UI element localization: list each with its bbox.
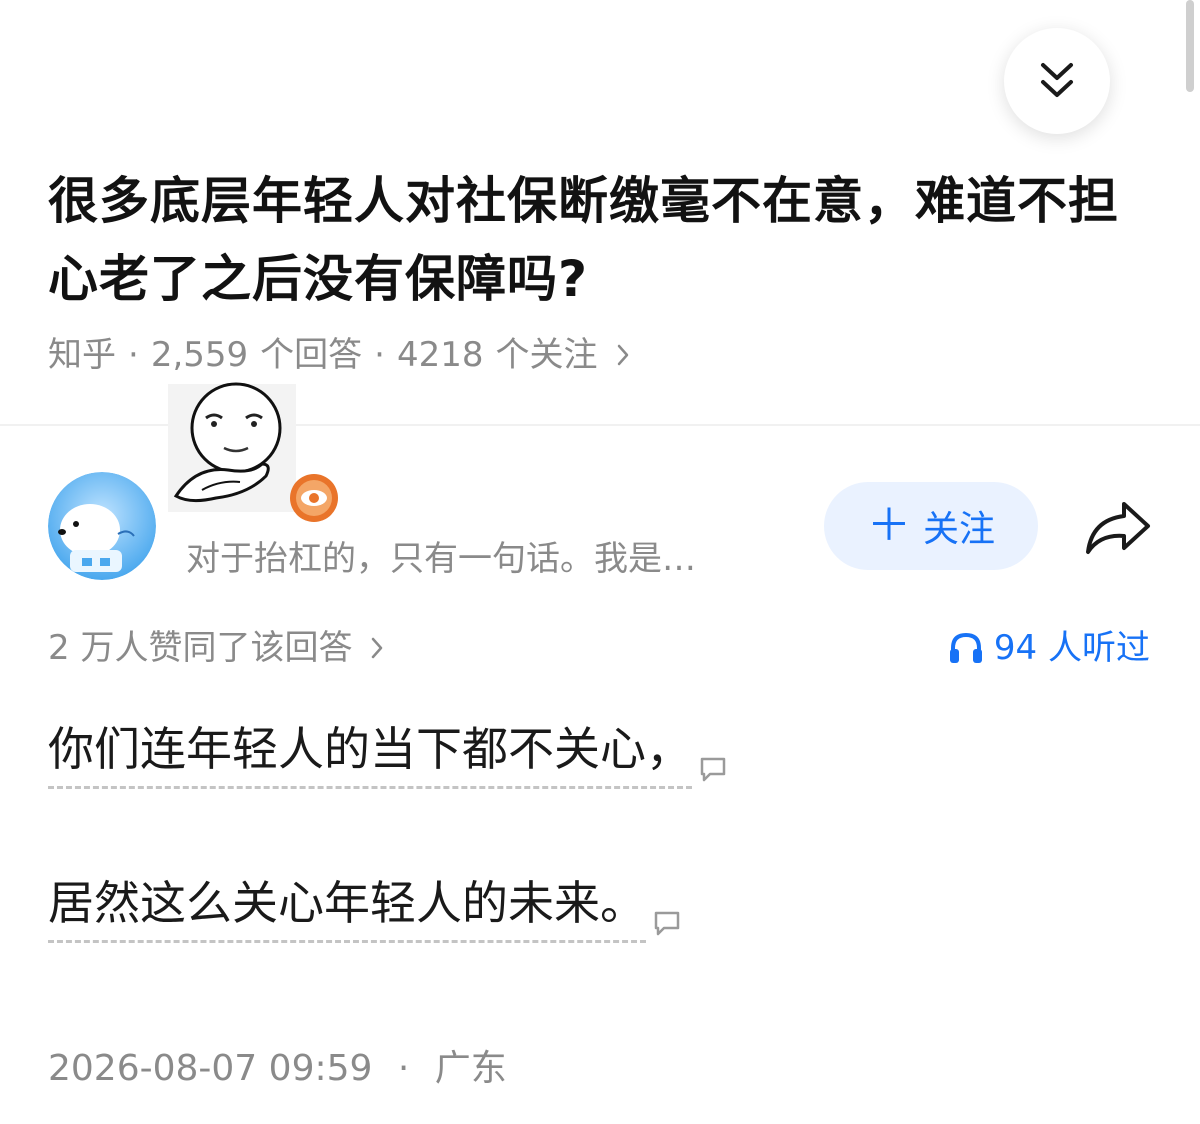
answer-paragraph: 你们连年轻人的当下都不关心， bbox=[48, 718, 728, 789]
author-badge-icon bbox=[290, 474, 338, 522]
share-arrow-icon bbox=[1086, 502, 1150, 554]
footer-separator: · bbox=[397, 1048, 410, 1089]
comment-bubble-icon[interactable] bbox=[652, 909, 682, 937]
answer-text[interactable]: 你们连年轻人的当下都不关心， bbox=[48, 718, 692, 789]
double-chevron-down-icon bbox=[1041, 63, 1073, 97]
answer-text[interactable]: 居然这么关心年轻人的未来。 bbox=[48, 872, 646, 943]
question-meta[interactable]: 知乎 · 2,559 个回答 · 4218 个关注 bbox=[48, 330, 630, 380]
listen-button[interactable]: 94 人听过 bbox=[948, 622, 1150, 674]
meta-source: 知乎 bbox=[48, 335, 116, 375]
chevron-right-icon bbox=[616, 343, 630, 367]
author-description: 对于抬杠的，只有一句话。我是… bbox=[186, 539, 696, 579]
vote-text: 2 万人赞同了该回答 bbox=[48, 628, 353, 668]
follow-label: 关注 bbox=[922, 509, 995, 550]
meta-answer-unit: 个回答 bbox=[260, 335, 363, 375]
meta-answer-count: 2,559 bbox=[150, 335, 249, 375]
listen-count: 94 人听过 bbox=[993, 628, 1150, 668]
chevron-right-icon bbox=[370, 636, 384, 660]
collapse-button[interactable] bbox=[1004, 28, 1110, 134]
headphones-icon bbox=[949, 632, 982, 663]
follow-button[interactable]: ＋ 关注 bbox=[824, 482, 1038, 570]
question-title[interactable]: 很多底层年轻人对社保断缴毫不在意，难道不担心老了之后没有保障吗? bbox=[48, 162, 1148, 318]
comment-bubble-icon[interactable] bbox=[698, 755, 728, 783]
vote-summary[interactable]: 2 万人赞同了该回答 bbox=[48, 622, 384, 674]
share-button[interactable] bbox=[1082, 496, 1154, 560]
meme-sticker-image bbox=[168, 382, 296, 512]
plus-icon: ＋ bbox=[866, 500, 911, 551]
meta-separator: · bbox=[128, 335, 139, 375]
meta-separator: · bbox=[374, 335, 385, 375]
author-avatar[interactable] bbox=[48, 472, 156, 580]
meta-follow-count: 4218 bbox=[396, 335, 484, 375]
answer-footer: 2026-08-07 09:59 · 广东 bbox=[48, 1044, 507, 1094]
scrollbar[interactable] bbox=[1186, 0, 1194, 92]
meta-follow-unit: 个关注 bbox=[495, 335, 598, 375]
answer-datetime: 2026-08-07 09:59 bbox=[48, 1048, 373, 1089]
answer-location: 广东 bbox=[434, 1048, 507, 1089]
answer-paragraph: 居然这么关心年轻人的未来。 bbox=[48, 872, 682, 943]
